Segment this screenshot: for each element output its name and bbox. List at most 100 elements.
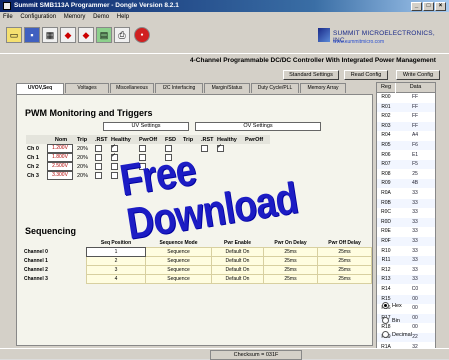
tab-miscellaneous[interactable]: Miscellaneous <box>110 83 154 93</box>
menu-demo[interactable]: Demo <box>93 14 109 20</box>
register-value[interactable]: 33 <box>396 247 434 256</box>
register-row[interactable]: R12 33 <box>377 266 435 275</box>
uv-rst-checkbox[interactable] <box>95 145 102 152</box>
register-value[interactable]: 33 <box>396 275 434 284</box>
uv-trip-value[interactable]: 20% <box>76 153 94 162</box>
minimize-button[interactable]: _ <box>411 2 422 11</box>
seq-mode-select[interactable]: Sequence <box>145 256 212 266</box>
tab-voltages[interactable]: Voltages <box>65 83 109 93</box>
uv-pwroff-checkbox[interactable] <box>139 145 146 152</box>
uv-trip-value[interactable]: 20% <box>76 171 94 180</box>
read-config-button[interactable]: Read Config <box>344 70 388 80</box>
pwr-off-delay-select[interactable]: 25ms <box>317 247 372 257</box>
open-folder-icon[interactable]: ▭ <box>6 27 22 43</box>
tab-uvov-seq[interactable]: UVOV,Seq <box>16 83 64 94</box>
register-row[interactable]: R03 FF <box>377 121 435 131</box>
stop-icon[interactable]: ● <box>134 27 150 43</box>
menu-configuration[interactable]: Configuration <box>20 14 56 20</box>
write-config-button[interactable]: Write Config <box>396 70 440 80</box>
register-row[interactable]: R01 FF <box>377 102 435 112</box>
register-value[interactable]: 33 <box>396 199 434 208</box>
pwr-on-delay-select[interactable]: 25ms <box>263 265 318 275</box>
pwr-off-delay-select[interactable]: 25ms <box>317 265 372 275</box>
menu-file[interactable]: File <box>3 14 13 20</box>
nom-voltage-field[interactable]: 3.300V <box>47 171 73 180</box>
pwr-enable-select[interactable]: Default On <box>211 265 264 275</box>
radix-decimal-radio[interactable]: Decimal <box>382 331 412 338</box>
register-value[interactable]: 33 <box>396 208 434 217</box>
register-value[interactable]: A4 <box>396 131 434 140</box>
register-row[interactable]: R09 4B <box>377 179 435 189</box>
pwr-enable-select[interactable]: Default On <box>211 247 264 257</box>
pwr-enable-select[interactable]: Default On <box>211 256 264 266</box>
uv-rst-checkbox[interactable] <box>95 154 102 161</box>
pwr-on-delay-select[interactable]: 25ms <box>263 247 318 257</box>
register-row[interactable]: R0D 33 <box>377 217 435 227</box>
uv-rst-checkbox[interactable] <box>95 163 102 170</box>
nom-voltage-field[interactable]: 1.200V <box>47 144 73 153</box>
radix-bin-radio[interactable]: Bin <box>382 317 400 324</box>
register-value[interactable]: 00 <box>396 314 434 323</box>
register-value[interactable]: E1 <box>396 151 434 160</box>
menu-help[interactable]: Help <box>117 14 129 20</box>
company-url[interactable]: www.summitmicro.com <box>333 39 384 45</box>
uv-trip-value[interactable]: 20% <box>76 162 94 171</box>
tab-margin-status[interactable]: Margin/Status <box>204 83 250 93</box>
register-value[interactable]: 33 <box>396 237 434 246</box>
standard-settings-button[interactable]: Standard Settings <box>283 70 339 80</box>
print-icon[interactable]: ⎙ <box>114 27 130 43</box>
register-value[interactable]: 25 <box>396 170 434 179</box>
register-row[interactable]: R05 F6 <box>377 141 435 150</box>
register-value[interactable]: FF <box>396 122 434 131</box>
pwr-off-delay-select[interactable]: 25ms <box>317 274 372 284</box>
register-row[interactable]: R10 33 <box>377 247 435 256</box>
register-row[interactable]: R07 F5 <box>377 160 435 170</box>
seq-position-field[interactable]: 3 <box>86 265 146 275</box>
register-row[interactable]: R0C 33 <box>377 208 435 217</box>
uv-healthy-checkbox[interactable] <box>111 143 118 152</box>
save-icon[interactable]: ▪ <box>24 27 40 43</box>
register-row[interactable]: R0F 33 <box>377 237 435 246</box>
uv-trip-value[interactable]: 20% <box>76 144 94 153</box>
register-value[interactable]: FF <box>396 93 434 102</box>
seq-mode-select[interactable]: Sequence <box>145 247 212 257</box>
close-button[interactable]: × <box>435 2 446 11</box>
register-row[interactable]: R02 FF <box>377 112 435 121</box>
register-value[interactable]: 33 <box>396 218 434 227</box>
write-icon[interactable]: ◆ <box>78 27 94 43</box>
seq-mode-select[interactable]: Sequence <box>145 265 212 275</box>
pwr-off-delay-select[interactable]: 25ms <box>317 256 372 266</box>
register-row[interactable]: R04 A4 <box>377 131 435 140</box>
register-value[interactable]: 33 <box>396 227 434 236</box>
nom-voltage-field[interactable]: 2.500V <box>47 162 73 171</box>
seq-position-field[interactable]: 2 <box>86 256 146 266</box>
seq-position-field[interactable]: 4 <box>86 274 146 284</box>
register-row[interactable]: R06 E1 <box>377 151 435 160</box>
uv-rst-checkbox[interactable] <box>95 172 102 179</box>
register-value[interactable]: FF <box>396 103 434 112</box>
register-row[interactable]: R0B 33 <box>377 198 435 208</box>
grid-icon[interactable]: ▤ <box>96 27 112 43</box>
radix-hex-radio[interactable]: Hex <box>382 302 402 309</box>
menu-memory[interactable]: Memory <box>64 14 86 20</box>
register-row[interactable]: R13 33 <box>377 275 435 285</box>
register-value[interactable]: 33 <box>396 256 434 265</box>
tab-i2c-interfacing[interactable]: I2C Interfacing <box>155 83 203 93</box>
register-row[interactable]: R11 33 <box>377 256 435 266</box>
register-row[interactable]: R0A 33 <box>377 189 435 198</box>
register-value[interactable]: 33 <box>396 266 434 275</box>
seq-position-field[interactable]: 1 <box>86 247 146 257</box>
register-row[interactable]: R08 25 <box>377 170 435 179</box>
nom-voltage-field[interactable]: 1.800V <box>47 153 73 162</box>
uv-healthy-checkbox[interactable] <box>111 172 118 179</box>
pwr-on-delay-select[interactable]: 25ms <box>263 256 318 266</box>
pwr-enable-select[interactable]: Default On <box>211 274 264 284</box>
tab-duty-cycle-pll[interactable]: Duty Cycle/PLL <box>251 83 299 93</box>
register-value[interactable]: FF <box>396 112 434 121</box>
register-value[interactable]: 4B <box>396 179 434 188</box>
register-row[interactable]: R00 FF <box>377 93 435 102</box>
seq-mode-select[interactable]: Sequence <box>145 274 212 284</box>
pwr-on-delay-select[interactable]: 25ms <box>263 274 318 284</box>
read-icon[interactable]: ◆ <box>60 27 76 43</box>
register-value[interactable]: F6 <box>396 141 434 150</box>
